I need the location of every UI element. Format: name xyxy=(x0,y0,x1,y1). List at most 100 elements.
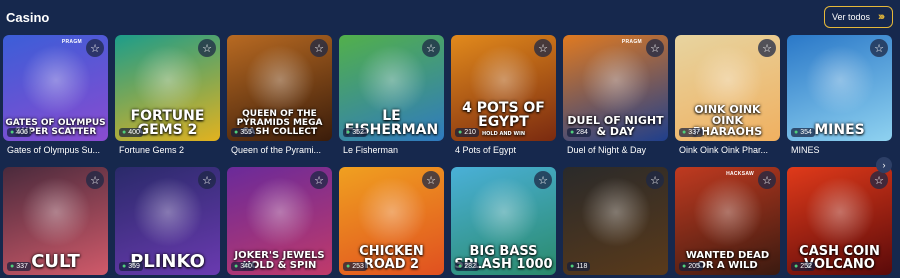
view-all-button[interactable]: Ver todos ››› xyxy=(824,6,893,28)
game-art-glow xyxy=(133,45,203,115)
players-count: 355 xyxy=(240,129,252,136)
players-count: 352 xyxy=(352,129,364,136)
user-icon: ● xyxy=(794,129,799,136)
game-art-glow xyxy=(581,45,651,115)
players-count-badge: ● 400 xyxy=(119,128,143,137)
star-icon[interactable]: ☆ xyxy=(422,171,440,189)
star-icon[interactable]: ☆ xyxy=(198,39,216,57)
game-thumbnail[interactable]: WANTED DEAD OR A WILD HACKSAW ☆ ● 205 xyxy=(675,167,780,275)
players-count-badge: ● 252 xyxy=(791,262,815,271)
game-card[interactable]: BIG BASS SPLASH 1000 ☆ ● 282 xyxy=(451,167,556,275)
game-thumbnail[interactable]: QUEEN OF THE PYRAMIDS MEGA CASH COLLECT ☆… xyxy=(227,35,332,141)
game-card[interactable]: OINK OINK OINK PHARAOHS ☆ ● 337 Oink Oink Oi… xyxy=(675,35,780,155)
games-row-1: GATES OF OLYMPUS SUPER SCATTER PRAGM ☆ ● 406… xyxy=(3,35,892,155)
game-thumbnail[interactable]: DUEL OF NIGHT & DAY PRAGM ☆ ● 284 xyxy=(563,35,668,141)
game-thumbnail[interactable]: ☆ ● 118 xyxy=(563,167,668,275)
star-icon[interactable]: ☆ xyxy=(534,39,552,57)
players-count: 354 xyxy=(800,129,812,136)
game-title[interactable]: Le Fisherman xyxy=(339,145,444,155)
star-icon[interactable]: ☆ xyxy=(86,171,104,189)
game-art-glow xyxy=(133,177,203,247)
players-count-badge: ● 354 xyxy=(791,128,815,137)
game-thumbnail[interactable]: FORTUNE GEMS 2 ☆ ● 400 xyxy=(115,35,220,141)
user-icon: ● xyxy=(682,263,687,270)
players-count-badge: ● 253 xyxy=(343,262,367,271)
players-count: 205 xyxy=(688,263,700,270)
star-icon[interactable]: ☆ xyxy=(310,171,328,189)
players-count-badge: ● 340 xyxy=(231,262,255,271)
game-card[interactable]: CULT ☆ ● 337 xyxy=(3,167,108,275)
game-thumbnail[interactable]: BIG BASS SPLASH 1000 ☆ ● 282 xyxy=(451,167,556,275)
game-thumbnail[interactable]: CHICKEN ROAD 2 ☆ ● 253 xyxy=(339,167,444,275)
star-icon[interactable]: ☆ xyxy=(870,171,888,189)
game-card[interactable]: JOKER'S JEWELS HOLD & SPIN ☆ ● 340 xyxy=(227,167,332,275)
user-icon: ● xyxy=(794,263,799,270)
star-icon[interactable]: ☆ xyxy=(646,171,664,189)
game-title[interactable]: 4 Pots of Egypt xyxy=(451,145,556,155)
players-count-badge: ● 118 xyxy=(567,262,591,271)
game-art-glow xyxy=(245,45,315,115)
user-icon: ● xyxy=(234,263,239,270)
game-thumbnail[interactable]: CASH COIN VOLCANO ☆ ● 252 xyxy=(787,167,892,275)
players-count-badge: ● 210 xyxy=(455,128,479,137)
game-title[interactable]: MINES xyxy=(787,145,892,155)
game-card[interactable]: GATES OF OLYMPUS SUPER SCATTER PRAGM ☆ ● 406… xyxy=(3,35,108,155)
star-icon[interactable]: ☆ xyxy=(758,39,776,57)
chevron-right-icon[interactable]: › xyxy=(876,157,892,173)
star-icon[interactable]: ☆ xyxy=(310,39,328,57)
players-count: 359 xyxy=(128,263,140,270)
user-icon: ● xyxy=(10,129,15,136)
game-card[interactable]: PLINKO ☆ ● 359 xyxy=(115,167,220,275)
game-thumbnail[interactable]: MINES ☆ ● 354 xyxy=(787,35,892,141)
game-thumbnail[interactable]: 4 POTS OF EGYPT HOLD AND WIN ☆ ● 210 xyxy=(451,35,556,141)
game-thumbnail[interactable]: GATES OF OLYMPUS SUPER SCATTER PRAGM ☆ ● 406 xyxy=(3,35,108,141)
game-card[interactable]: CHICKEN ROAD 2 ☆ ● 253 xyxy=(339,167,444,275)
game-thumbnail[interactable]: JOKER'S JEWELS HOLD & SPIN ☆ ● 340 xyxy=(227,167,332,275)
game-thumbnail[interactable]: LE FISHERMAN ☆ ● 352 xyxy=(339,35,444,141)
game-card[interactable]: LE FISHERMAN ☆ ● 352 Le Fisherman xyxy=(339,35,444,155)
game-thumbnail[interactable]: PLINKO ☆ ● 359 xyxy=(115,167,220,275)
players-count: 210 xyxy=(464,129,476,136)
game-card[interactable]: FORTUNE GEMS 2 ☆ ● 400 Fortune Gems 2 xyxy=(115,35,220,155)
game-card[interactable]: DUEL OF NIGHT & DAY PRAGM ☆ ● 284 Duel of Nig… xyxy=(563,35,668,155)
star-icon[interactable]: ☆ xyxy=(534,171,552,189)
game-card[interactable]: MINES ☆ ● 354 MINES xyxy=(787,35,892,155)
game-card[interactable]: 4 POTS OF EGYPT HOLD AND WIN ☆ ● 210 4 Pots o… xyxy=(451,35,556,155)
game-title[interactable]: Duel of Night & Day xyxy=(563,145,668,155)
game-thumbnail[interactable]: CULT ☆ ● 337 xyxy=(3,167,108,275)
players-count-badge: ● 337 xyxy=(7,262,31,271)
star-icon[interactable]: ☆ xyxy=(198,171,216,189)
view-all-label: Ver todos xyxy=(832,12,871,22)
star-icon[interactable]: ☆ xyxy=(758,171,776,189)
user-icon: ● xyxy=(346,263,351,270)
game-card[interactable]: ☆ ● 118 xyxy=(563,167,668,275)
star-icon[interactable]: ☆ xyxy=(870,39,888,57)
game-title[interactable]: Queen of the Pyrami... xyxy=(227,145,332,155)
game-art-glow xyxy=(581,177,651,247)
players-count: 340 xyxy=(240,263,252,270)
game-art-glow xyxy=(357,177,427,247)
players-count: 337 xyxy=(688,129,700,136)
game-art-glow xyxy=(357,45,427,115)
star-icon[interactable]: ☆ xyxy=(86,39,104,57)
game-card[interactable]: QUEEN OF THE PYRAMIDS MEGA CASH COLLECT ☆… xyxy=(227,35,332,155)
user-icon: ● xyxy=(570,129,575,136)
user-icon: ● xyxy=(458,129,463,136)
casino-section: Casino Ver todos ››› GATES OF OLYMPUS SU… xyxy=(0,0,900,278)
players-count: 252 xyxy=(800,263,812,270)
star-icon[interactable]: ☆ xyxy=(646,39,664,57)
game-card[interactable]: WANTED DEAD OR A WILD HACKSAW ☆ ● 205 xyxy=(675,167,780,275)
game-title[interactable]: Fortune Gems 2 xyxy=(115,145,220,155)
game-card[interactable]: CASH COIN VOLCANO ☆ ● 252 xyxy=(787,167,892,275)
players-count-badge: ● 337 xyxy=(679,128,703,137)
game-thumbnail[interactable]: OINK OINK OINK PHARAOHS ☆ ● 337 xyxy=(675,35,780,141)
user-icon: ● xyxy=(122,263,127,270)
game-title[interactable]: Oink Oink Oink Phar... xyxy=(675,145,780,155)
star-icon[interactable]: ☆ xyxy=(422,39,440,57)
players-count-badge: ● 406 xyxy=(7,128,31,137)
game-title[interactable]: Gates of Olympus Su... xyxy=(3,145,108,155)
user-icon: ● xyxy=(346,129,351,136)
game-art-title: 4 POTS OF EGYPT xyxy=(462,100,545,130)
players-count: 406 xyxy=(16,129,28,136)
games-row-2: CULT ☆ ● 337 PLINKO ☆ ● 359 JOKER'S JEWELS HOLD … xyxy=(3,167,892,275)
